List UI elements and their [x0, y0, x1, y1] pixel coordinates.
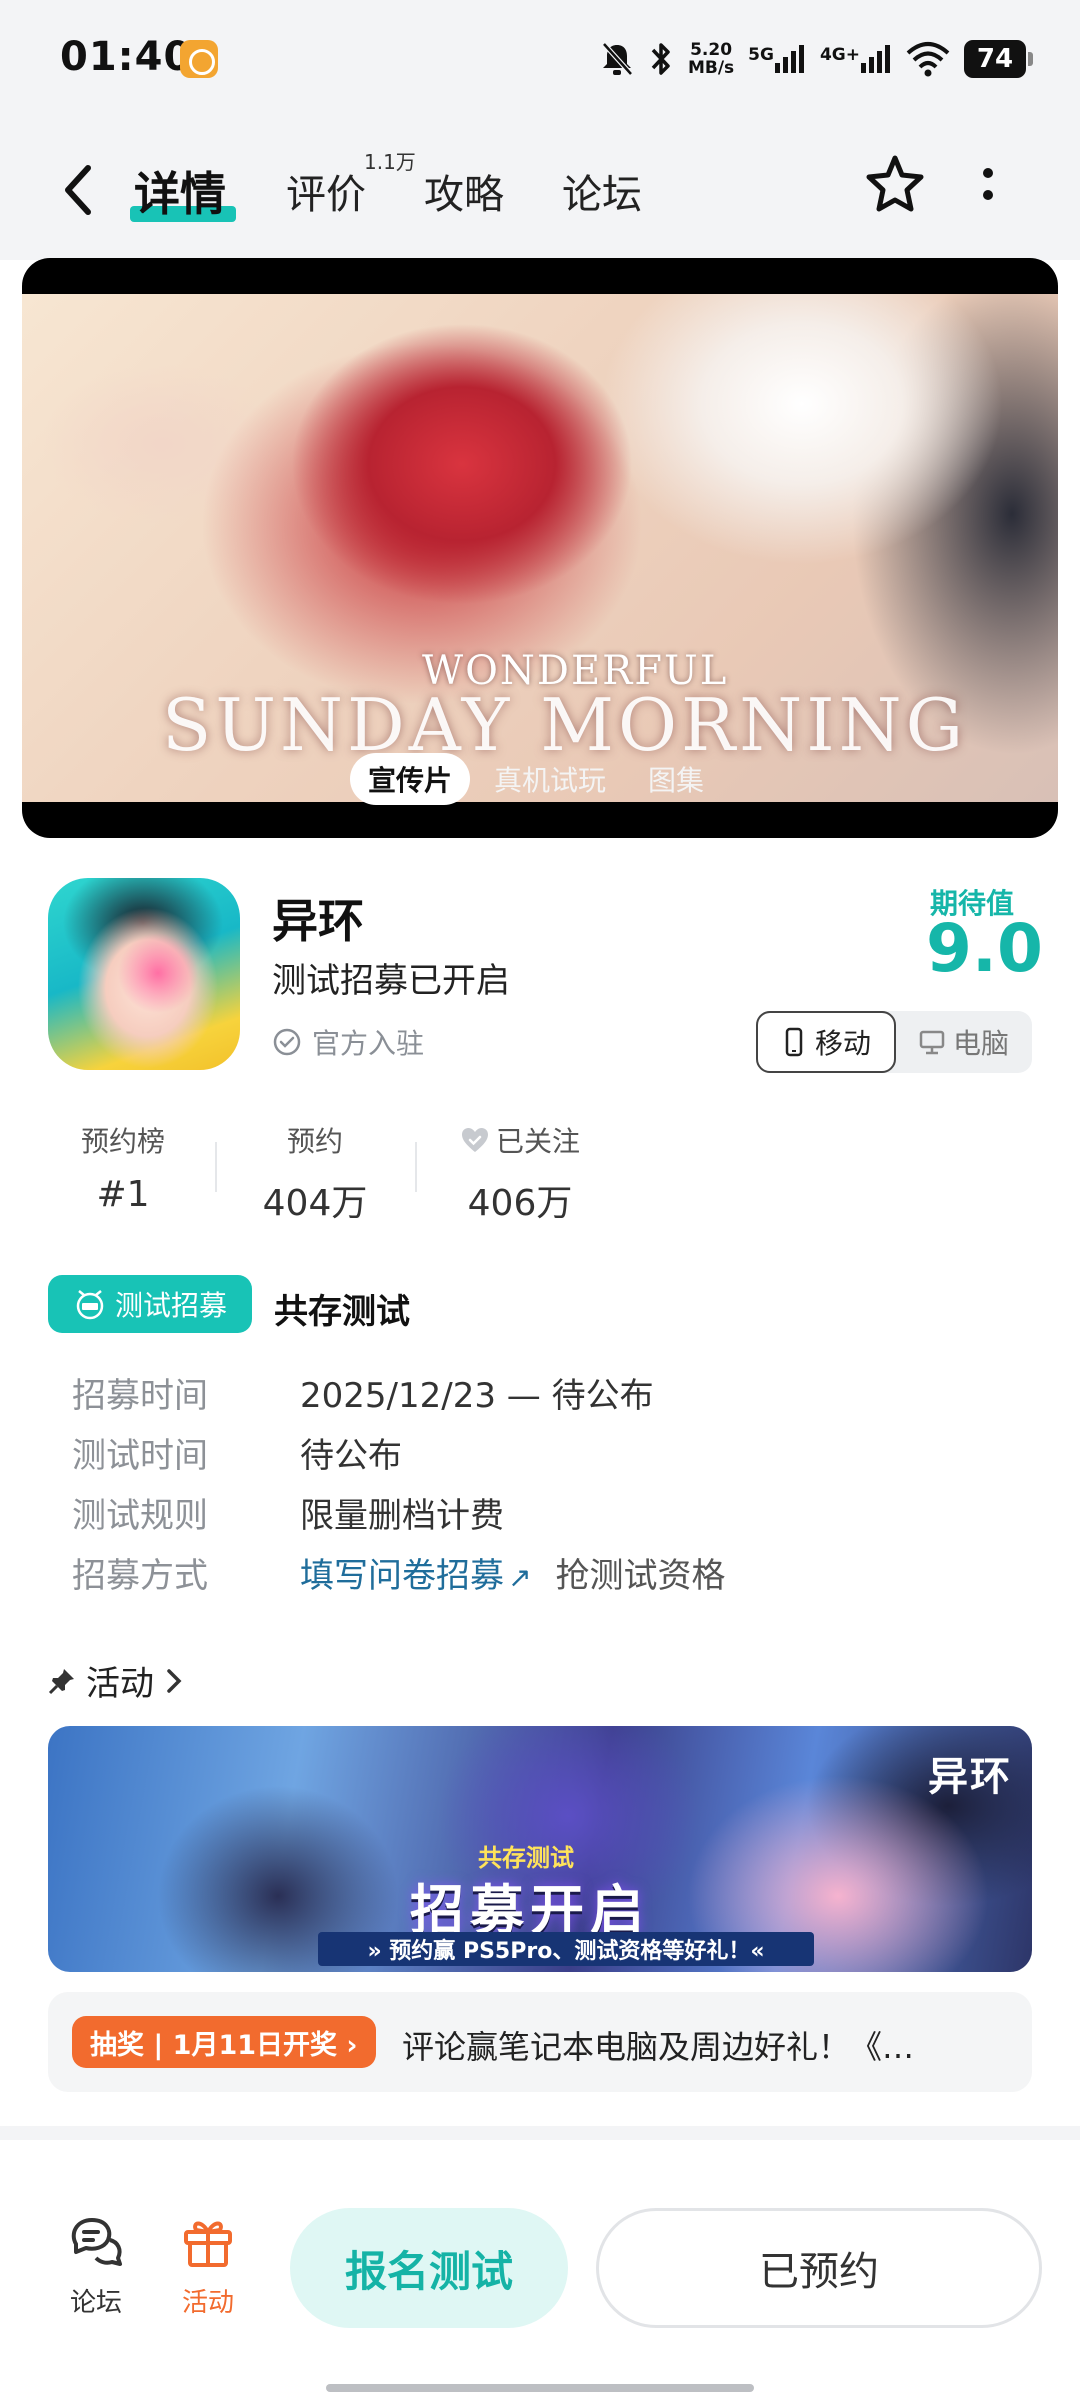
game-name: 异环	[272, 894, 364, 948]
stat-reservations: 预约 404万	[262, 1125, 368, 1224]
pin-icon	[48, 1668, 74, 1694]
activity-section-header[interactable]: 活动	[48, 1656, 184, 1705]
heart-icon	[461, 1128, 488, 1152]
tab-reviews[interactable]: 评价	[286, 162, 366, 220]
signup-test-button[interactable]: 报名测试	[290, 2208, 568, 2328]
game-app-icon	[48, 878, 240, 1070]
status-bar: 01:40 5.20 MB/s 5G 4G+ 74	[0, 0, 1080, 120]
questionnaire-link[interactable]: 填写问卷招募	[300, 1556, 504, 1596]
lottery-badge[interactable]: 抽奖 | 1月11日开奖 ›	[72, 2016, 376, 2068]
battery-indicator: 74	[964, 40, 1033, 78]
stats-row: 预约榜 #1 预约 404万 已关注 406万	[0, 1120, 1080, 1230]
chevron-right-icon	[167, 1668, 182, 1693]
platform-switch: 移动 电脑	[756, 1011, 1032, 1073]
external-link-arrow-icon[interactable]: ↗	[508, 1561, 531, 1594]
mute-bell-icon	[602, 42, 633, 76]
monitor-icon	[919, 1030, 945, 1055]
review-count-badge: 1.1万	[364, 150, 416, 174]
bottom-action-bar: 论坛 活动 报名测试 已预约	[0, 2140, 1080, 2400]
forum-chat-icon	[71, 2218, 122, 2266]
top-navigation: 详情 评价 1.1万 攻略 论坛	[0, 120, 1080, 260]
media-carousel[interactable]: WONDERFUL SUNDAY MORNING 宣传片 真机试玩 图集	[22, 258, 1058, 838]
activity-banner[interactable]: 异环 共存测试 招募开启 » 预约赢 PS5Pro、测试资格等好礼！«	[48, 1726, 1032, 1972]
signal-4g-label: 4G+	[819, 45, 860, 65]
tab-forum[interactable]: 论坛	[562, 162, 642, 220]
official-label: 官方入驻	[312, 1027, 425, 1060]
media-tabs: 宣传片 真机试玩 图集	[350, 753, 722, 805]
lottery-text: 评论赢笔记本电脑及周边好礼！《…	[402, 2028, 915, 2066]
section-separator	[0, 2126, 1080, 2140]
notification-app-icon	[180, 40, 218, 78]
stat-divider	[415, 1142, 417, 1192]
network-speed: 5.20 MB/s	[687, 40, 735, 78]
wifi-icon	[906, 42, 950, 77]
bottom-nav-forum[interactable]: 论坛	[56, 2212, 136, 2319]
back-arrow-icon[interactable]	[58, 160, 98, 220]
stat-divider	[215, 1142, 217, 1192]
signal-5g-label: 5G	[748, 45, 774, 65]
media-tab-trailer[interactable]: 宣传片	[350, 753, 471, 805]
stat-followers[interactable]: 已关注 406万	[440, 1120, 600, 1226]
grab-qualification-text: 抢测试资格	[555, 1556, 726, 1596]
gift-icon	[184, 2221, 232, 2267]
official-badge: 官方入驻	[272, 1022, 424, 1062]
favorite-star-icon[interactable]	[862, 152, 928, 218]
banner-logo: 异环	[928, 1754, 1012, 1800]
test-alarm-icon	[76, 1290, 104, 1320]
expectation-score: 9.0	[926, 910, 1043, 987]
game-subtitle: 测试招募已开启	[272, 961, 510, 1001]
platform-mobile-button[interactable]: 移动	[756, 1011, 896, 1073]
bluetooth-icon	[651, 43, 670, 75]
stat-ranking[interactable]: 预约榜 #1	[48, 1120, 198, 1215]
media-tab-gallery[interactable]: 图集	[630, 753, 722, 805]
phone-icon	[785, 1027, 803, 1057]
tab-details[interactable]: 详情	[134, 158, 226, 224]
clock: 01:40	[60, 34, 193, 80]
media-tab-gameplay[interactable]: 真机试玩	[476, 753, 624, 805]
reserved-button[interactable]: 已预约	[596, 2208, 1042, 2328]
home-indicator[interactable]	[326, 2384, 754, 2392]
check-circle-icon	[273, 1028, 301, 1056]
signal-bars-icon	[861, 45, 890, 73]
test-recruit-badge: 测试招募	[48, 1275, 252, 1333]
signal-bars-icon	[774, 45, 804, 73]
status-icons: 5.20 MB/s 5G 4G+ 74	[600, 34, 1033, 84]
banner-strip: » 预约赢 PS5Pro、测试资格等好礼！«	[318, 1932, 814, 1966]
recruit-title: 共存测试	[274, 1292, 410, 1332]
lottery-row[interactable]: 抽奖 | 1月11日开奖 › 评论赢笔记本电脑及周边好礼！《…	[48, 1992, 1032, 2092]
tab-guides[interactable]: 攻略	[424, 162, 504, 220]
platform-pc-button[interactable]: 电脑	[896, 1011, 1032, 1073]
more-options-icon[interactable]	[978, 162, 998, 212]
bottom-nav-activity[interactable]: 活动	[168, 2212, 248, 2319]
